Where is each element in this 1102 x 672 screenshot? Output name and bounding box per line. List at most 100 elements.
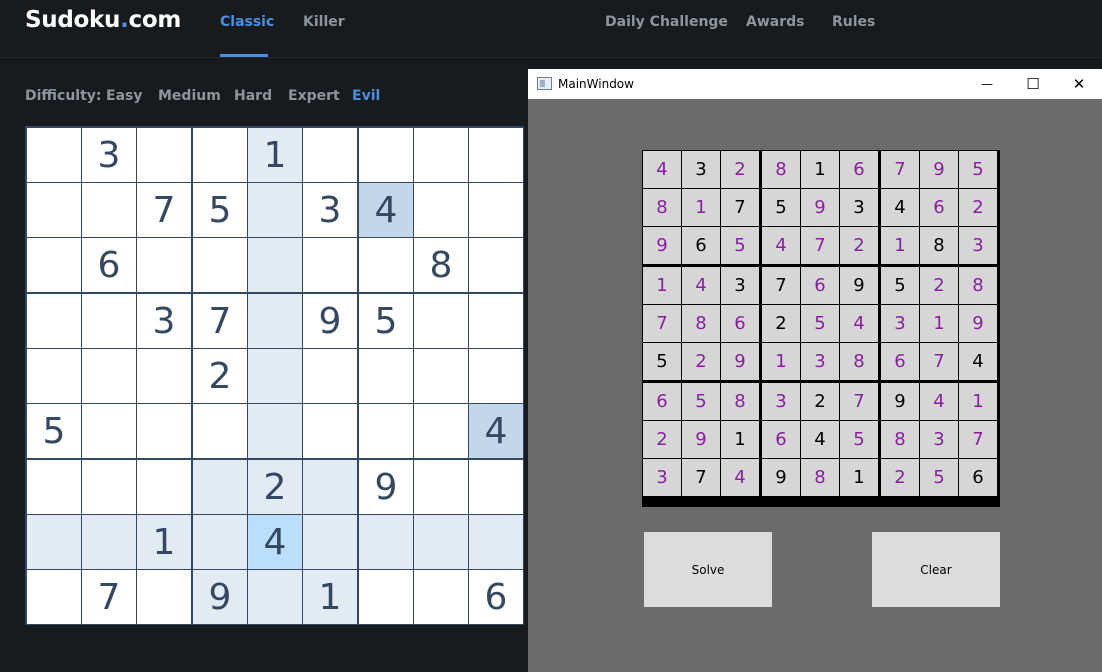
solver-cell[interactable]: 6: [801, 267, 839, 304]
solver-cell[interactable]: 6: [959, 459, 997, 496]
site-logo[interactable]: Sudoku.com: [25, 7, 181, 33]
solver-cell[interactable]: 2: [643, 421, 681, 458]
board-cell[interactable]: [359, 404, 413, 458]
board-cell[interactable]: 4: [248, 515, 302, 569]
solve-button[interactable]: Solve: [644, 532, 772, 607]
solver-cell[interactable]: 3: [682, 151, 720, 188]
board-cell[interactable]: 9: [359, 460, 413, 514]
solver-cell[interactable]: 8: [920, 227, 958, 264]
solver-cell[interactable]: 9: [721, 343, 759, 380]
solver-cell[interactable]: 9: [643, 227, 681, 264]
minimize-button[interactable]: —: [964, 69, 1010, 99]
solver-cell[interactable]: 4: [721, 459, 759, 496]
board-cell[interactable]: [248, 183, 302, 237]
solver-cell[interactable]: 6: [920, 189, 958, 226]
board-cell[interactable]: [303, 128, 357, 182]
solver-cell[interactable]: 5: [682, 383, 720, 420]
solver-cell[interactable]: 2: [801, 383, 839, 420]
solver-cell[interactable]: 8: [643, 189, 681, 226]
board-cell[interactable]: [137, 128, 191, 182]
solver-cell[interactable]: 1: [762, 343, 800, 380]
solver-cell[interactable]: 9: [881, 383, 919, 420]
board-cell[interactable]: [303, 238, 357, 292]
solver-cell[interactable]: 5: [959, 151, 997, 188]
board-cell[interactable]: 7: [137, 183, 191, 237]
solver-cell[interactable]: 8: [840, 343, 878, 380]
board-cell[interactable]: [248, 238, 302, 292]
board-cell[interactable]: 4: [469, 404, 523, 458]
board-cell[interactable]: 5: [27, 404, 81, 458]
board-cell[interactable]: 6: [82, 238, 136, 292]
solver-cell[interactable]: 4: [682, 267, 720, 304]
board-cell[interactable]: [303, 349, 357, 403]
solver-cell[interactable]: 5: [881, 267, 919, 304]
board-cell[interactable]: 7: [193, 294, 247, 348]
solver-cell[interactable]: 6: [682, 227, 720, 264]
tab-killer[interactable]: Killer: [303, 14, 345, 30]
board-cell[interactable]: [414, 128, 468, 182]
board-cell[interactable]: [414, 349, 468, 403]
solver-cell[interactable]: 3: [840, 189, 878, 226]
board-cell[interactable]: 2: [248, 460, 302, 514]
solver-cell[interactable]: 8: [959, 267, 997, 304]
maximize-button[interactable]: ☐: [1010, 69, 1056, 99]
solver-cell[interactable]: 9: [840, 267, 878, 304]
board-cell[interactable]: [27, 349, 81, 403]
solver-cell[interactable]: 4: [643, 151, 681, 188]
solver-cell[interactable]: 7: [762, 267, 800, 304]
board-cell[interactable]: 6: [469, 570, 523, 624]
board-cell[interactable]: [137, 349, 191, 403]
board-cell[interactable]: [248, 570, 302, 624]
solver-cell[interactable]: 9: [920, 151, 958, 188]
board-cell[interactable]: [469, 238, 523, 292]
board-cell[interactable]: [359, 570, 413, 624]
solver-cell[interactable]: 3: [881, 305, 919, 342]
solver-cell[interactable]: 7: [881, 151, 919, 188]
board-cell[interactable]: 5: [193, 183, 247, 237]
board-cell[interactable]: [414, 570, 468, 624]
board-cell[interactable]: [82, 460, 136, 514]
board-cell[interactable]: [359, 238, 413, 292]
solver-cell[interactable]: 7: [801, 227, 839, 264]
solver-cell[interactable]: 6: [643, 383, 681, 420]
board-cell[interactable]: 3: [137, 294, 191, 348]
board-cell[interactable]: [137, 460, 191, 514]
board-cell[interactable]: [82, 404, 136, 458]
solver-cell[interactable]: 2: [762, 305, 800, 342]
board-cell[interactable]: [27, 294, 81, 348]
solver-cell[interactable]: 1: [682, 189, 720, 226]
difficulty-hard[interactable]: Hard: [234, 88, 272, 104]
solver-cell[interactable]: 2: [840, 227, 878, 264]
solver-cell[interactable]: 6: [840, 151, 878, 188]
board-cell[interactable]: 8: [414, 238, 468, 292]
solver-cell[interactable]: 4: [801, 421, 839, 458]
window-title-bar[interactable]: MainWindow — ☐ ✕: [528, 69, 1102, 99]
solver-cell[interactable]: 9: [682, 421, 720, 458]
solver-cell[interactable]: 7: [959, 421, 997, 458]
solver-cell[interactable]: 2: [920, 267, 958, 304]
board-cell[interactable]: [469, 460, 523, 514]
solver-cell[interactable]: 1: [801, 151, 839, 188]
board-cell[interactable]: 3: [82, 128, 136, 182]
solver-cell[interactable]: 9: [762, 459, 800, 496]
board-cell[interactable]: [414, 460, 468, 514]
solver-cell[interactable]: 9: [959, 305, 997, 342]
board-cell[interactable]: [414, 404, 468, 458]
solver-cell[interactable]: 4: [920, 383, 958, 420]
solver-cell[interactable]: 3: [721, 267, 759, 304]
solver-cell[interactable]: 7: [682, 459, 720, 496]
solver-cell[interactable]: 6: [721, 305, 759, 342]
board-cell[interactable]: [193, 238, 247, 292]
solver-cell[interactable]: 4: [840, 305, 878, 342]
nav-link-rules[interactable]: Rules: [832, 14, 875, 30]
board-cell[interactable]: [414, 515, 468, 569]
solver-cell[interactable]: 8: [682, 305, 720, 342]
board-cell[interactable]: [27, 570, 81, 624]
solver-cell[interactable]: 1: [920, 305, 958, 342]
difficulty-easy[interactable]: Easy: [106, 88, 142, 104]
solver-cell[interactable]: 4: [762, 227, 800, 264]
board-cell[interactable]: [193, 404, 247, 458]
board-cell[interactable]: [193, 128, 247, 182]
solver-cell[interactable]: 5: [840, 421, 878, 458]
difficulty-expert[interactable]: Expert: [288, 88, 340, 104]
